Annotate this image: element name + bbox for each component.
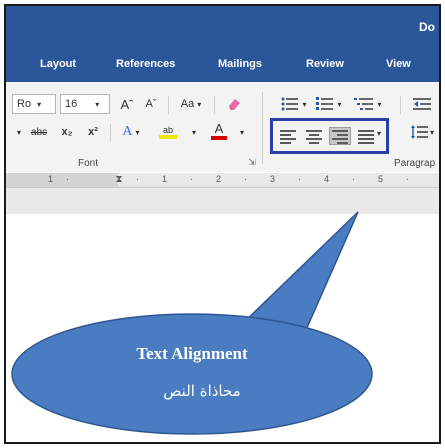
callout-title: Text Alignment (136, 344, 248, 363)
text-alignment-callout (11, 211, 373, 435)
screenshot-frame: Do Layout References Mailings Review Vie… (4, 4, 441, 444)
callout-subtitle: محاذاة النص (163, 382, 241, 400)
